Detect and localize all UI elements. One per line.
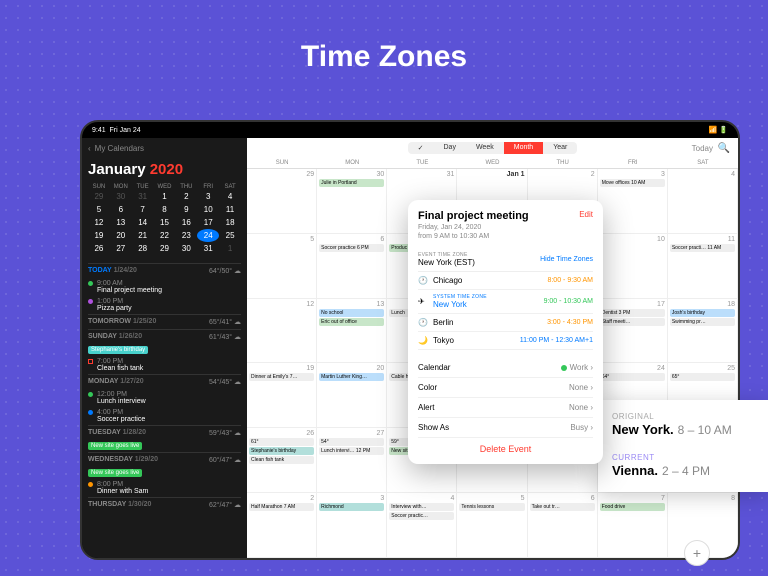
calendar-event[interactable]: Eric out of office	[319, 318, 384, 326]
calendar-cell[interactable]: 2661°Stephanie's birthdayClean fish tank	[247, 428, 317, 492]
calendar-event[interactable]: Dinner at Emily's 7…	[249, 373, 314, 381]
timezone-row[interactable]: 🕐Chicago8:00 - 9:30 AM	[418, 272, 593, 290]
calendar-cell[interactable]: 17Dentist 3 PMStaff meeti…	[598, 299, 668, 363]
edit-button[interactable]: Edit	[579, 210, 593, 219]
calendar-event[interactable]: Interview with…	[389, 503, 454, 511]
sidebar: ‹ My Calendars January 2020 SUNMONTUEWED…	[82, 138, 247, 558]
chevron-left-icon: ‹	[88, 144, 91, 153]
calendar-event[interactable]: Soccer practice 6 PM	[319, 244, 384, 252]
calendar-event[interactable]: 65°	[670, 373, 735, 381]
calendar-event[interactable]: Staff meeti…	[600, 318, 665, 326]
day-header: MONDAY 1/27/2054°/45° ☁	[88, 374, 241, 389]
calendar-event[interactable]: Tennis lessons	[459, 503, 524, 511]
today-button[interactable]: Today	[692, 144, 713, 153]
event-item[interactable]: 8:00 PMDinner with Sam	[88, 479, 241, 497]
calendar-cell[interactable]: 30Julie in Portland	[317, 169, 387, 233]
calendar-event[interactable]: Dentist 3 PM	[600, 309, 665, 317]
day-header: SUNDAY 1/26/2061°/43° ☁	[88, 329, 241, 344]
event-item[interactable]: 12:00 PMLunch interview	[88, 389, 241, 407]
view-month[interactable]: Month	[504, 142, 543, 154]
delete-event-button[interactable]: Delete Event	[418, 438, 593, 454]
calendar-cell[interactable]: 12	[247, 299, 317, 363]
event-item[interactable]: 7:00 PMClean fish tank	[88, 356, 241, 374]
calendar-event[interactable]: 54°	[319, 438, 384, 446]
calendar-cell[interactable]: 6Take out tr…	[528, 493, 598, 557]
timezone-row[interactable]: ✈SYSTEM TIME ZONENew York9:00 - 10:30 AM	[418, 290, 593, 314]
calendar-cell[interactable]: 5	[247, 234, 317, 298]
event-item[interactable]: Stephanie's birthday	[88, 344, 241, 356]
day-header: TUESDAY 1/28/2059°/43° ☁	[88, 425, 241, 440]
timezone-row[interactable]: 🌙Tokyo11:00 PM - 12:30 AM+1	[418, 332, 593, 350]
event-item[interactable]: 9:00 AMFinal project meeting	[88, 278, 241, 296]
calendar-cell[interactable]: 18Josh's birthdaySwimming pr…	[668, 299, 738, 363]
back-button[interactable]: ‹ My Calendars	[88, 144, 241, 153]
calendar-event[interactable]: Stephanie's birthday	[249, 447, 314, 455]
calendar-event[interactable]: Half Marathon 7 AM	[249, 503, 314, 511]
event-item[interactable]: 1:00 PMPizza party	[88, 296, 241, 314]
calendar-event[interactable]: Clean fish tank	[249, 456, 314, 464]
calendar-event[interactable]: Swimming pr…	[670, 318, 735, 326]
original-city: New York.	[612, 422, 674, 437]
calendar-event[interactable]: Take out tr…	[530, 503, 595, 511]
detail-row[interactable]: Show As Busy ›	[418, 418, 593, 438]
mini-calendar[interactable]: SUNMONTUEWEDTHUFRISAT2930311234567891011…	[88, 184, 241, 255]
event-item[interactable]: New site goes live	[88, 467, 241, 479]
calendar-cell[interactable]: 2754°Lunch intervi… 12 PM	[317, 428, 387, 492]
add-event-button[interactable]: +	[684, 540, 710, 566]
calendar-event[interactable]: Julie in Portland	[319, 179, 384, 187]
status-bar: 9:41 Fri Jan 24 📶 🔋	[82, 122, 738, 138]
day-header: WEDNESDAY 1/29/2060°/47° ☁	[88, 452, 241, 467]
calendar-event[interactable]: Move offices 10 AM	[600, 179, 665, 187]
day-header: TOMORROW 1/25/2065°/41° ☁	[88, 314, 241, 329]
timezone-row[interactable]: 🕐Berlin3:00 - 4:30 PM	[418, 314, 593, 332]
detail-row[interactable]: Calendar Work ›	[418, 358, 593, 378]
calendar-event[interactable]: Soccer practi… 11 AM	[670, 244, 735, 252]
detail-row[interactable]: Color None ›	[418, 378, 593, 398]
hide-timezones-button[interactable]: Hide Time Zones	[540, 256, 593, 263]
original-label: ORIGINAL	[612, 412, 754, 421]
current-label: CURRENT	[612, 453, 754, 462]
calendar-event[interactable]: Martin Luther King…	[319, 373, 384, 381]
calendar-event[interactable]: No school	[319, 309, 384, 317]
view-day[interactable]: Day	[434, 142, 466, 154]
calendar-cell[interactable]: 19Dinner at Emily's 7…	[247, 363, 317, 427]
calendar-cell[interactable]: 4	[668, 169, 738, 233]
event-item[interactable]: New site goes live	[88, 440, 241, 452]
month-label: January 2020	[88, 161, 241, 178]
calendar-cell[interactable]: 5Tennis lessons	[457, 493, 527, 557]
calendar-cell[interactable]: 10	[598, 234, 668, 298]
calendar-cell[interactable]: 4Interview with…Soccer practic…	[387, 493, 457, 557]
calendar-event[interactable]: 64°	[600, 373, 665, 381]
event-item[interactable]: 4:00 PMSoccer practice	[88, 407, 241, 425]
day-header: THURSDAY 1/30/2062°/47° ☁	[88, 497, 241, 512]
calendar-cell[interactable]: 6Soccer practice 6 PM	[317, 234, 387, 298]
view-switcher: ✓ Day Week Month Year Today 🔍	[247, 138, 738, 158]
view-year[interactable]: Year	[543, 142, 577, 154]
calendar-cell[interactable]: 13No schoolEric out of office	[317, 299, 387, 363]
calendar-event[interactable]: Food drive	[600, 503, 665, 511]
calendar-event[interactable]: Lunch intervi… 12 PM	[319, 447, 384, 455]
current-city: Vienna.	[612, 463, 658, 478]
calendar-event[interactable]: Richmond	[319, 503, 384, 511]
calendar-cell[interactable]: 2Half Marathon 7 AM	[247, 493, 317, 557]
view-check[interactable]: ✓	[408, 142, 434, 154]
calendar-cell[interactable]: 7Food drive	[598, 493, 668, 557]
calendar-event[interactable]: Soccer practic…	[389, 512, 454, 520]
calendar-cell[interactable]: 3Move offices 10 AM	[598, 169, 668, 233]
view-week[interactable]: Week	[466, 142, 504, 154]
timezone-overlay: ORIGINAL New York.8 – 10 AM CURRENT Vien…	[598, 400, 768, 492]
calendar-cell[interactable]: 20Martin Luther King…	[317, 363, 387, 427]
hero-title: Time Zones	[0, 40, 768, 74]
calendar-event[interactable]: 61°	[249, 438, 314, 446]
popup-title: Final project meeting	[418, 210, 529, 222]
detail-row[interactable]: Alert None ›	[418, 398, 593, 418]
event-detail-popup: Final project meetingEditFriday, Jan 24,…	[408, 200, 603, 464]
day-header: TODAY 1/24/2064°/50° ☁	[88, 263, 241, 278]
calendar-cell[interactable]: 11Soccer practi… 11 AM	[668, 234, 738, 298]
calendar-cell[interactable]: 3Richmond	[317, 493, 387, 557]
calendar-event[interactable]: Josh's birthday	[670, 309, 735, 317]
search-icon[interactable]: 🔍	[718, 143, 730, 154]
calendar-cell[interactable]: 29	[247, 169, 317, 233]
